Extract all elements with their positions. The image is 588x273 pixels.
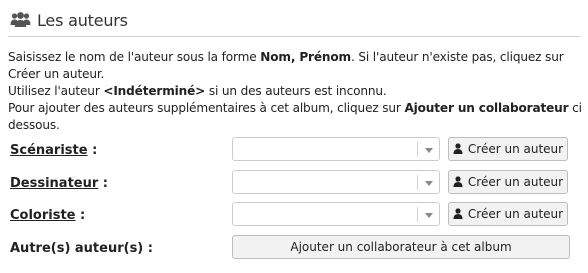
dessinateur-select[interactable] <box>232 170 440 194</box>
create-author-button-scenariste[interactable]: Créer un auteur <box>448 137 568 161</box>
select-separator <box>417 207 418 222</box>
field-row-dessinateur: Dessinateur : Créer un auteur <box>0 170 588 198</box>
chevron-down-icon[interactable] <box>425 213 433 218</box>
instruction-line-2: Utilisez l'auteur <Indéterminé> si un de… <box>8 83 583 100</box>
user-icon <box>453 176 463 187</box>
user-icon <box>453 143 463 154</box>
field-row-other-authors: Autre(s) auteur(s) : Ajouter un collabor… <box>0 235 588 263</box>
instruction-text: si un des auteurs est inconnu. <box>205 84 387 98</box>
field-label-text: Coloriste <box>10 208 76 223</box>
select-separator <box>417 175 418 190</box>
field-label-colon: : <box>75 208 86 223</box>
field-label-coloriste: Coloriste : <box>10 208 85 223</box>
create-author-button-dessinateur[interactable]: Créer un auteur <box>448 170 568 194</box>
instruction-text: Saisissez le nom de l'auteur sous la for… <box>8 50 261 64</box>
field-label-colon: : <box>87 143 98 158</box>
button-label: Créer un auteur <box>467 142 564 156</box>
field-row-scenariste: Scénariste : Créer un auteur <box>0 137 588 165</box>
scenariste-select[interactable] <box>232 137 440 161</box>
field-label-scenariste: Scénariste : <box>10 143 97 158</box>
chevron-down-icon[interactable] <box>425 181 433 186</box>
instruction-text: Utilisez l'auteur <box>8 84 104 98</box>
field-label-text: Dessinateur <box>10 176 99 191</box>
instruction-bold: <Indéterminé> <box>103 84 206 98</box>
instruction-line-1: Saisissez le nom de l'auteur sous la for… <box>8 49 583 83</box>
section-title: Les auteurs <box>37 11 128 30</box>
instruction-line-3: Pour ajouter des auteurs supplémentaires… <box>8 100 583 134</box>
coloriste-select[interactable] <box>232 202 440 226</box>
select-separator <box>417 142 418 157</box>
instruction-bold: Nom, Prénom <box>260 50 351 64</box>
button-label: Créer un auteur <box>467 175 564 189</box>
chevron-down-icon[interactable] <box>425 148 433 153</box>
field-row-coloriste: Coloriste : Créer un auteur <box>0 202 588 230</box>
field-label-colon: : <box>98 176 108 191</box>
field-label-dessinateur: Dessinateur : <box>10 176 108 191</box>
instruction-bold: Ajouter un collaborateur <box>404 101 569 115</box>
field-label-text: Scénariste <box>10 143 88 158</box>
create-author-button-coloriste[interactable]: Créer un auteur <box>448 202 568 226</box>
button-label: Créer un auteur <box>467 207 564 221</box>
authors-section-header: Les auteurs <box>8 8 580 37</box>
add-collaborator-button[interactable]: Ajouter un collaborateur à cet album <box>232 235 570 259</box>
field-label-other-authors: Autre(s) auteur(s) : <box>10 241 153 256</box>
users-icon <box>10 12 31 27</box>
user-icon <box>453 208 463 219</box>
instruction-text: Pour ajouter des auteurs supplémentaires… <box>8 101 405 115</box>
authors-instructions: Saisissez le nom de l'auteur sous la for… <box>8 49 583 134</box>
